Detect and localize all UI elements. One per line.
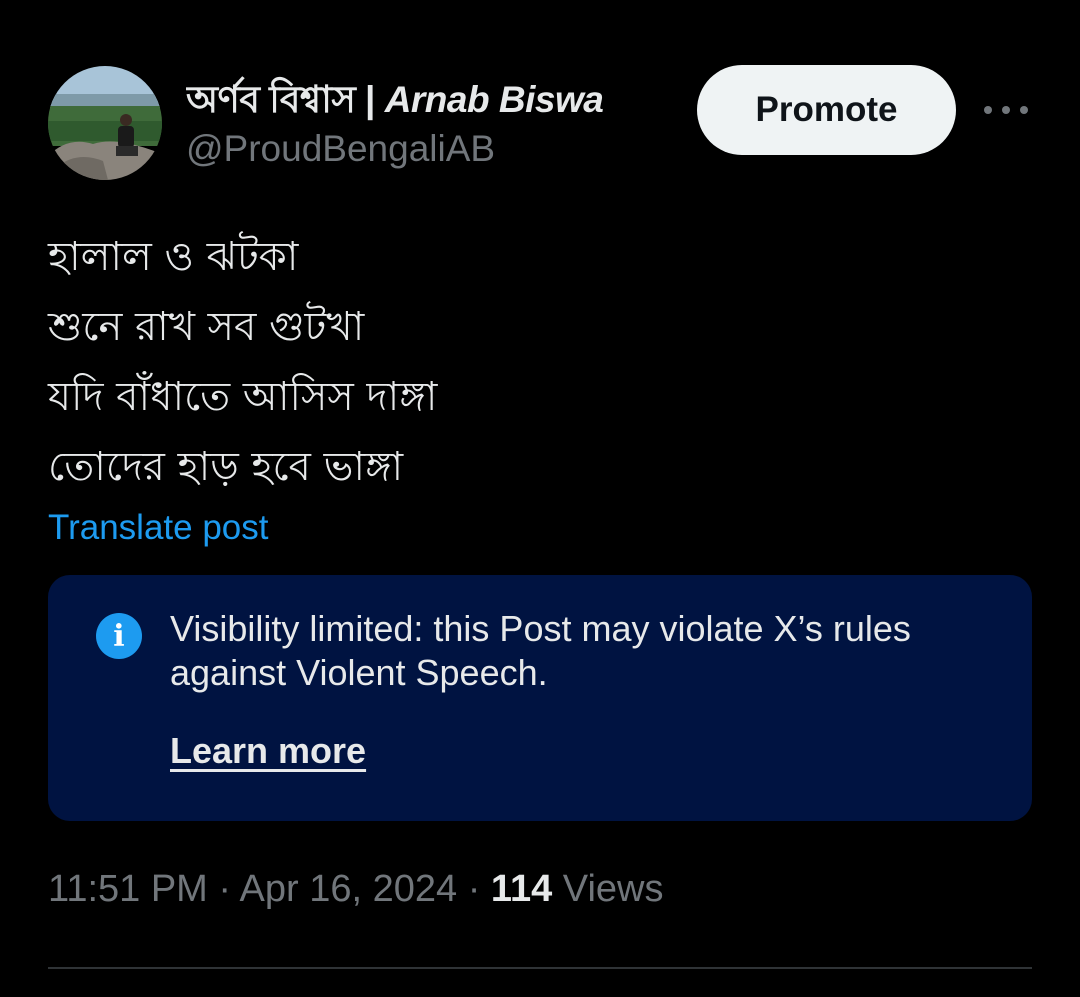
more-horizontal-icon[interactable] — [984, 96, 1028, 124]
views-label: Views — [552, 868, 664, 910]
info-icon: i — [96, 613, 142, 659]
notice-text: Visibility limited: this Post may violat… — [170, 608, 911, 693]
meta-separator: · — [457, 868, 491, 910]
avatar-image — [48, 66, 162, 180]
author-handle[interactable]: @ProudBengaliAB — [186, 128, 495, 170]
translate-post-link[interactable]: Translate post — [48, 508, 268, 548]
views-count: 114 — [490, 868, 553, 910]
post-line: হালাল ও ঝটকা — [48, 234, 299, 280]
post-line: শুনে রাখ সব গুটখা — [48, 304, 365, 350]
author-name-bengali: অর্ণব বিশ্বাস | — [186, 79, 385, 120]
promote-button[interactable]: Promote — [697, 65, 956, 155]
post-time[interactable]: 11:51 PM — [48, 868, 208, 910]
post-line: তোদের হাড় হবে ভাঙ্গা — [48, 444, 404, 490]
avatar[interactable] — [48, 66, 162, 180]
divider — [48, 967, 1032, 969]
author-display-name[interactable]: অর্ণব বিশ্বাস | Arnab Biswa — [186, 70, 676, 133]
post-meta: 11:51 PM · Apr 16, 2024 · 114 Views — [48, 868, 663, 911]
visibility-notice: i Visibility limited: this Post may viol… — [48, 575, 1032, 821]
post-line: যদি বাঁধাতে আসিস দাঙ্গা — [48, 374, 438, 420]
author-name-latin: Arnab Biswa — [384, 79, 604, 120]
post-text: হালাল ও ঝটকা শুনে রাখ সব গুটখা যদি বাঁধা… — [48, 222, 1028, 502]
meta-separator: · — [207, 868, 240, 910]
learn-more-link[interactable]: Learn more — [170, 730, 366, 772]
post-date[interactable]: Apr 16, 2024 — [240, 868, 458, 910]
